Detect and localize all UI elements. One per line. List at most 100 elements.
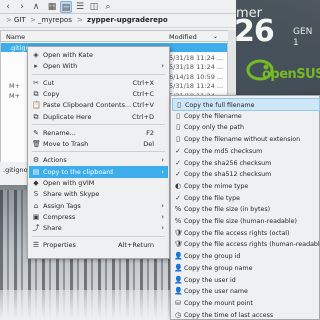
menu-item-label: Copy to the clipboard [43,167,113,176]
menu-item-copy[interactable]: ⧉ Copy Ctrl+C [29,88,168,100]
breadcrumb: > GIT > _myrepos > zypper-upgraderepo [0,14,236,28]
submenu-item-copy-the-full-filename[interactable]: ▯ Copy the full filename [172,98,320,111]
submenu-item-label: Copy the sha256 checksum [184,159,272,167]
menu-item-properties[interactable]: ☰ Properties Alt+Return [29,239,168,251]
submenu-item-label: Copy the file size (in bytes) [184,206,271,214]
chevron-right-icon: › [161,212,164,221]
submenu-item-copy-the-md5-checksum[interactable]: ✓ Copy the md5 checksum [172,145,320,158]
submenu-item-copy-the-file-access-rights-human-readable[interactable]: 🛡 Copy the file access rights (human-read… [172,238,320,251]
menu-item-copy-to-the-clipboard[interactable]: ▤ Copy to the clipboard › [29,165,168,178]
user-icon: 👤 [174,263,183,272]
submenu-item-copy-the-mime-type[interactable]: ◐ Copy the mime type [172,180,320,193]
back-icon[interactable]: ‹ [2,1,14,13]
submenu-item-copy-the-file-type[interactable]: ✓ Copy the file type [172,192,320,205]
search-icon[interactable]: ⌕ [102,1,114,13]
properties-icon: ☰ [32,240,40,249]
breadcrumb-separator: > [77,16,83,24]
menu-item-open-with[interactable]: ▸ Open With › [29,60,168,72]
file-name: M+ [9,82,21,90]
chevron-down-icon[interactable]: ⌄ [213,33,218,40]
submenu-item-label: Copy the mime type [184,182,249,190]
menu-item-label: Open with Kate [43,51,93,59]
duplicate-icon: ⧉ [33,112,39,121]
breadcrumb-myrepos[interactable]: _myrepos [38,16,72,24]
menu-item-share[interactable]: ⤴ Share › [29,222,168,234]
icon-view-icon[interactable]: ▦ [46,1,58,13]
menu-item-rename[interactable]: ✎ Rename... F2 [29,127,168,139]
cut-icon: ✂ [33,78,39,87]
breadcrumb-separator: > [30,16,36,24]
menu-separator [32,151,165,153]
forward-icon[interactable]: › [16,1,28,13]
document-icon: ▯ [176,123,180,132]
compact-view-icon[interactable]: ▤ [60,1,72,13]
menu-item-compress[interactable]: ▣ Compress › [29,211,168,223]
submenu-item-copy-the-time-of-last-access[interactable]: ◷ Copy the time of last access [172,309,320,320]
up-icon[interactable]: ∧ [30,1,42,13]
clipboard-icon: ▤ [32,167,40,176]
menu-item-duplicate-here[interactable]: ⧉ Duplicate Here Ctrl+D [29,111,168,123]
widget-year: 1 [293,38,299,48]
menu-item-label: Move to Trash [43,140,89,149]
file-modified: 6/14/18 10:59 ... [169,72,224,81]
menu-item-label: Copy [43,89,60,98]
copy-to-clipboard-submenu: ▯ Copy the full filename ▯ Copy the filenam… [170,95,320,320]
menu-item-paste-clipboard-contents[interactable]: 📋 Paste Clipboard Contents... Ctrl+V [29,99,168,111]
menu-item-assign-tags[interactable]: ⌂ Assign Tags › [29,200,168,212]
submenu-item-label: Copy the file size (human-readable) [184,218,297,225]
submenu-item-label: Copy the sha512 checksum [184,171,272,179]
split-icon[interactable]: ◫ [88,1,100,13]
submenu-item-copy-only-the-path[interactable]: ▯ Copy only the path [172,121,320,134]
paste-icon: 📋 [32,101,41,110]
context-menu: ◈ Open with Kate ▸ Open With › ✂ Cut Ctrl+X ⧉ Cop… [27,46,170,259]
submenu-item-copy-the-group-id[interactable]: 👤 Copy the group id [172,250,320,263]
menu-item-cut[interactable]: ✂ Cut Ctrl+X [29,77,168,89]
submenu-item-copy-the-filename-without-extension[interactable]: ▯ Copy the filename without extension [172,133,320,146]
menu-item-open-with-kate[interactable]: ◈ Open with Kate [29,49,168,61]
submenu-item-copy-the-sha256-checksum[interactable]: ✓ Copy the sha256 checksum [172,157,320,170]
percent-icon: % [174,217,182,225]
menu-shortcut: F2 [146,128,154,137]
submenu-item-label: Copy only the path [184,124,244,132]
submenu-item-copy-the-file-size-in-bytes[interactable]: % Copy the file size (in bytes) [172,203,320,216]
menu-item-move-to-trash[interactable]: 🗑 Move to Trash Del [29,138,168,150]
widget-date: 26 [234,14,275,49]
column-header: Name Modified ⌄ [1,31,229,42]
column-modified[interactable]: Modified [169,33,197,41]
compress-icon: ▣ [32,212,40,221]
chevron-right-icon: › [161,167,164,176]
submenu-item-copy-the-user-id[interactable]: 👤 Copy the user id [172,274,320,287]
submenu-item-copy-the-file-access-rights-octal[interactable]: 🛡 Copy the file access rights (octal) [172,227,320,240]
menu-item-label: Compress [43,212,76,221]
menu-item-actions[interactable]: ⚙ Actions › [29,154,168,166]
menu-shortcut: Ctrl+D [131,112,154,121]
breadcrumb-current[interactable]: zypper-upgraderepo [87,16,168,24]
submenu-item-copy-the-file-size-human-readable[interactable]: % Copy the file size (human-readable) [172,215,320,228]
menu-shortcut: Ctrl+X [132,78,154,87]
details-view-icon[interactable]: ☰ [74,1,86,13]
menu-item-label: Actions [43,156,67,165]
kate-icon: ◈ [33,51,39,59]
submenu-item-copy-the-group-name[interactable]: 👤 Copy the group name [172,262,320,275]
copy-icon: ⧉ [33,89,39,98]
menu-item-open-with-gvim[interactable]: ◆ Open with gVIM [29,177,168,189]
check-icon: ✓ [175,193,181,202]
document-icon: ▯ [176,135,180,144]
breadcrumb-git[interactable]: GIT [14,16,26,24]
submenu-item-copy-the-filename[interactable]: ▯ Copy the filename [172,110,320,123]
skype-icon: S [33,190,39,199]
menu-item-label: Rename... [43,128,76,137]
document-icon: ▯ [176,111,180,120]
menu-shortcut: Ctrl+V [132,101,154,110]
chevron-right-icon: › [161,156,164,165]
menu-item-share-with-skype[interactable]: S Share with Skype [29,188,168,200]
menu-item-label: Share with Skype [43,190,100,199]
submenu-item-copy-the-sha512-checksum[interactable]: ✓ Copy the sha512 checksum [172,168,320,181]
column-name[interactable]: Name [6,33,25,41]
permissions-icon: 🛡 [174,228,183,237]
submenu-item-copy-the-mount-point[interactable]: ⛁ Copy the mount point [172,297,320,310]
check-icon: ✓ [175,170,181,179]
chevron-right-icon: › [161,62,164,71]
submenu-item-copy-the-user-name[interactable]: 👤 Copy the user name [172,285,320,298]
permissions-icon: 🛡 [174,240,183,249]
